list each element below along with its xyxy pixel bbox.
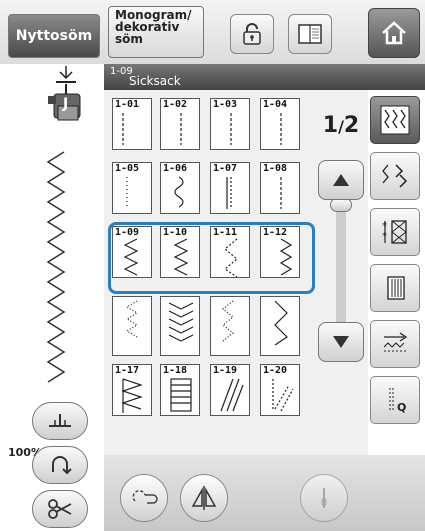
reverse-loop-icon	[52, 456, 72, 475]
hem-stitch-icon	[383, 332, 408, 352]
svg-text:J: J	[62, 96, 68, 112]
stitch-preview-zigzag	[46, 151, 66, 383]
stitch-cell[interactable]	[160, 296, 200, 356]
stitch-code: 1-05	[115, 163, 140, 174]
stitch-code: 1-06	[163, 163, 188, 174]
chevron-stitch-icon	[382, 164, 408, 188]
manual-button[interactable]	[288, 14, 332, 54]
stitch-cell[interactable]: 1-01	[112, 98, 152, 150]
stitch-cell[interactable]: 1-04	[260, 98, 300, 150]
triangle-down-icon	[333, 336, 349, 348]
needle-down-icon	[49, 414, 71, 427]
stitch-code: 1-03	[213, 99, 238, 110]
stitch-pattern-wave	[274, 300, 288, 346]
stitch-pattern-chevron-dotted	[125, 300, 139, 338]
twin-needle-icon	[321, 488, 327, 508]
tab-utility-stitches[interactable]: Nyttosöm	[8, 14, 100, 58]
stitch-cell[interactable]: 1-08	[260, 162, 300, 214]
selected-row-highlight	[108, 222, 315, 294]
buttonhole-icon	[387, 276, 405, 300]
home-icon	[382, 21, 406, 45]
stitch-code: 1-02	[163, 99, 188, 110]
category-utility-stitches[interactable]	[370, 96, 420, 144]
stitch-code: 1-04	[263, 99, 288, 110]
category-buttonhole-stitches[interactable]	[370, 264, 420, 312]
page-current: 1	[322, 113, 339, 138]
category-quilting-stitches[interactable]: Q	[370, 376, 420, 424]
utility-stitch-icon	[380, 105, 410, 135]
stitch-cell[interactable]: 1-03	[210, 98, 250, 150]
stitch-cell[interactable]	[260, 296, 300, 356]
stitch-code: 1-01	[115, 99, 140, 110]
scroll-up-button[interactable]	[318, 160, 364, 200]
scissors-icon	[48, 499, 72, 519]
scissors-button[interactable]	[32, 490, 88, 528]
thread-cut-mode-button[interactable]	[32, 446, 88, 484]
stitch-cell[interactable]: 1-02	[160, 98, 200, 150]
scroll-down-button[interactable]	[318, 322, 364, 362]
thread-tie-button[interactable]	[120, 474, 168, 522]
tab-decorative-stitches[interactable]: Monogram/ dekorativ söm	[108, 6, 204, 58]
stitch-preview-panel: J 100%	[0, 64, 105, 531]
stitch-code: 1-18	[163, 365, 188, 376]
stitch-code: 1-07	[213, 163, 238, 174]
preview-graphics: J	[46, 66, 81, 383]
scroll-thumb[interactable]	[330, 198, 352, 212]
stitch-cell[interactable]: 1-05	[112, 162, 152, 214]
twin-needle-button[interactable]	[300, 474, 348, 522]
stitch-cell[interactable]: 1-17	[112, 364, 152, 416]
stitch-header: 1-09 Sicksack	[104, 64, 425, 90]
stitch-cell[interactable]: 1-06	[160, 162, 200, 214]
stitch-cell[interactable]: 1-20	[260, 364, 300, 416]
cross-stitch-icon: **	[382, 220, 407, 244]
manual-icon	[298, 24, 322, 44]
home-button[interactable]	[368, 8, 420, 58]
triangle-up-icon	[333, 174, 349, 186]
mirror-icon	[191, 486, 217, 510]
tie-off-icon	[132, 490, 158, 504]
quilting-stitch-icon: Q	[389, 388, 406, 414]
lock-button[interactable]	[230, 14, 274, 54]
category-overlock-stitches[interactable]: * *	[370, 208, 420, 256]
stitch-code: 1-20	[263, 365, 288, 376]
mirror-button[interactable]	[180, 474, 228, 522]
category-stretch-stitches[interactable]	[370, 152, 420, 200]
page-indicator: 1/2	[322, 113, 360, 138]
stitch-pattern-double-zigzag	[168, 302, 194, 342]
lock-icon	[243, 23, 261, 45]
category-hem-stitches[interactable]	[370, 320, 420, 368]
stitch-cell[interactable]: 1-18	[160, 364, 200, 416]
selected-stitch-name: Sicksack	[129, 74, 181, 88]
svg-text:Q: Q	[397, 401, 406, 414]
stitch-cell[interactable]: 1-19	[210, 364, 250, 416]
stitch-code: 1-08	[263, 163, 288, 174]
stitch-pattern-dotted-zigzag	[222, 300, 234, 342]
stitch-code: 1-17	[115, 365, 140, 376]
stitch-cell[interactable]	[210, 296, 250, 356]
top-bar: Nyttosöm Monogram/ dekorativ söm	[0, 0, 425, 64]
needle-drop-button[interactable]	[32, 402, 88, 440]
stitch-cell[interactable]	[112, 296, 152, 356]
stitch-cell[interactable]: 1-07	[210, 162, 250, 214]
svg-text:*: *	[382, 231, 387, 242]
presser-foot-J-icon: J	[48, 93, 81, 121]
stitch-code: 1-19	[213, 365, 238, 376]
page-total: 2	[343, 113, 360, 138]
sewing-machine-screen: Nyttosöm Monogram/ dekorativ söm J 100% …	[0, 0, 425, 531]
